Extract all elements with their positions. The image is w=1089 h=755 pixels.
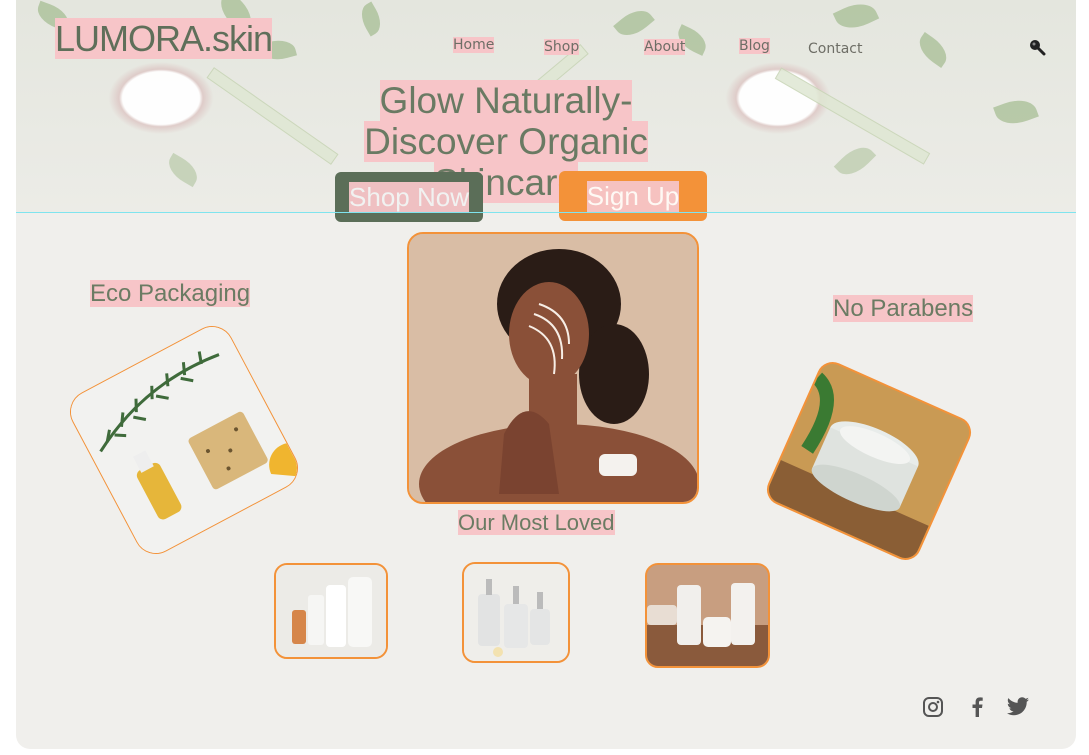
feature-eco-label: Eco Packaging [90, 280, 251, 307]
hero-title-line1: Glow Naturally- [379, 80, 633, 121]
sign-up-label: Sign Up [586, 180, 680, 212]
nav-blog[interactable]: Blog [739, 38, 770, 54]
brand-logo-text: LUMORA.skin [55, 18, 273, 59]
instagram-icon[interactable] [922, 696, 944, 718]
nav-blog-label: Blog [739, 38, 770, 54]
most-loved-heading: Our Most Loved [458, 510, 615, 536]
product-card-tubes[interactable] [645, 563, 770, 668]
search-icon[interactable] [1028, 38, 1046, 56]
nav-about[interactable]: About [644, 39, 686, 55]
product-card-bottles[interactable] [274, 563, 388, 659]
eco-packaging-image [62, 318, 306, 562]
nav-home[interactable]: Home [453, 37, 495, 53]
hero-model-image [407, 232, 699, 504]
page-frame: LUMORA.skin Home Shop About Blog Contact… [16, 0, 1076, 749]
nav-contact[interactable]: Contact [808, 41, 862, 57]
cream-jar-image [761, 356, 977, 566]
nav-shop-label: Shop [544, 39, 580, 55]
nav-home-label: Home [453, 37, 495, 53]
feature-eco-packaging: Eco Packaging [90, 280, 251, 308]
twitter-icon[interactable] [1006, 696, 1029, 718]
shop-now-label: Shop Now [349, 181, 469, 213]
feature-parabens-label: No Parabens [833, 295, 974, 322]
product-card-serums[interactable] [462, 562, 570, 663]
most-loved-label: Our Most Loved [458, 510, 615, 535]
nav-about-label: About [644, 39, 686, 55]
guide-line [16, 212, 1076, 213]
nav-contact-label: Contact [808, 41, 863, 57]
brand-logo[interactable]: LUMORA.skin [55, 18, 273, 60]
nav-shop[interactable]: Shop [544, 39, 580, 55]
facebook-icon[interactable] [966, 696, 988, 718]
sign-up-button[interactable]: Sign Up [559, 171, 707, 221]
shop-now-button[interactable]: Shop Now [335, 172, 483, 222]
feature-no-parabens: No Parabens [833, 295, 974, 323]
